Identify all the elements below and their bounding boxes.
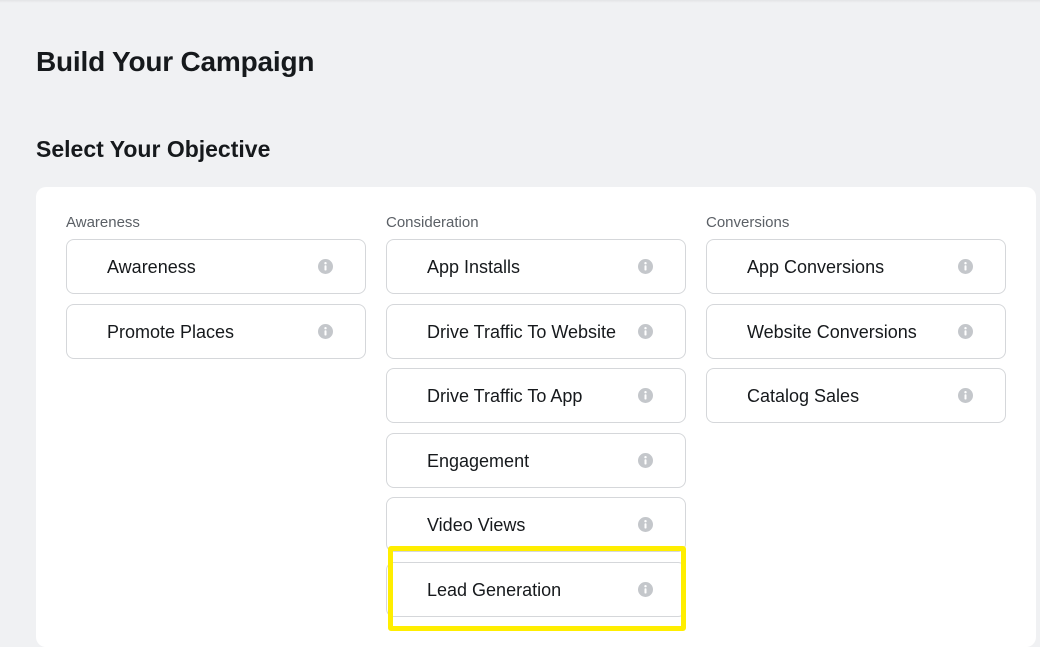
objective-label: Awareness [107,257,196,277]
objective-lead-generation[interactable]: Lead Generation [386,562,686,617]
objective-awareness[interactable]: Awareness [66,239,366,294]
objective-video-views[interactable]: Video Views [386,497,686,552]
objective-label: Drive Traffic To Website [427,322,617,342]
info-icon[interactable] [958,324,973,339]
info-icon[interactable] [638,259,653,274]
objective-label: Catalog Sales [747,386,860,406]
objective-label: App Conversions [747,257,885,277]
info-icon[interactable] [638,453,653,468]
column-header-awareness: Awareness [66,214,140,231]
column-header-consideration: Consideration [386,214,479,231]
info-icon[interactable] [958,259,973,274]
objective-label: Engagement [427,451,530,471]
info-icon[interactable] [318,324,333,339]
objective-catalog-sales[interactable]: Catalog Sales [706,368,1006,423]
objective-website-conversions[interactable]: Website Conversions [706,304,1006,359]
objective-promote-places[interactable]: Promote Places [66,304,366,359]
objective-label: Video Views [427,515,526,535]
objective-label: Drive Traffic To App [427,386,583,406]
objective-engagement[interactable]: Engagement [386,433,686,488]
info-icon[interactable] [638,517,653,532]
objective-app-conversions[interactable]: App Conversions [706,239,1006,294]
info-icon[interactable] [638,388,653,403]
column-header-conversions: Conversions [706,214,790,231]
objective-app-installs[interactable]: App Installs [386,239,686,294]
objective-label: Website Conversions [747,322,917,342]
info-icon[interactable] [638,582,653,597]
objective-panel: Awareness Awareness Promote Places Consi… [36,187,1036,647]
section-title: Select Your Objective [36,136,271,162]
objective-label: App Installs [427,257,521,277]
info-icon[interactable] [958,388,973,403]
objective-label: Promote Places [107,322,235,342]
objective-drive-traffic-to-website[interactable]: Drive Traffic To Website [386,304,686,359]
info-icon[interactable] [318,259,333,274]
objective-label: Lead Generation [427,580,562,600]
objective-drive-traffic-to-app[interactable]: Drive Traffic To App [386,368,686,423]
info-icon[interactable] [638,324,653,339]
page-title: Build Your Campaign [36,46,315,77]
top-divider [0,0,1040,3]
